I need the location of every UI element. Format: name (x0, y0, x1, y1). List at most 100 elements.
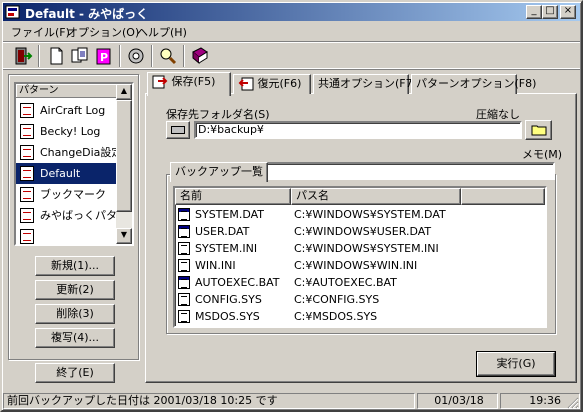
memo-label: メモ(M) (522, 148, 563, 161)
document-icon (20, 229, 34, 244)
close-button[interactable]: × (560, 5, 576, 19)
list-item-selected[interactable]: Default (16, 163, 116, 184)
folder-history-button[interactable] (166, 121, 190, 139)
file-name: WIN.INI (195, 259, 236, 272)
column-headers: 名前 パス名 (175, 188, 545, 205)
pattern-label: ブックマーク (40, 188, 106, 201)
memo-input[interactable] (259, 162, 555, 180)
resize-grip-icon[interactable] (567, 397, 579, 409)
table-row[interactable]: AUTOEXEC.BAT C:¥AUTOEXEC.BAT (175, 274, 545, 291)
file-icon (178, 276, 190, 289)
toolbar-separator (183, 45, 185, 67)
list-item[interactable]: ブックマーク (16, 184, 116, 205)
scroll-up-icon[interactable]: ▲ (116, 84, 132, 100)
update-pattern-button[interactable]: 更新(2) (35, 280, 115, 300)
scroll-down-icon[interactable]: ▼ (116, 228, 132, 244)
execute-icon[interactable] (125, 45, 147, 67)
toolbar-separator (119, 45, 121, 67)
file-icon (178, 310, 190, 323)
list-item[interactable]: みやばっくパターン (16, 205, 116, 226)
execute-button[interactable]: 実行(G) (476, 351, 556, 377)
file-icon (178, 208, 190, 221)
copy-pattern-button[interactable]: 複写(4)... (35, 328, 115, 348)
title-bar[interactable]: Default - みやばっく _ □ × (3, 3, 580, 21)
drive-icon (171, 126, 185, 134)
file-path: C:¥CONFIG.SYS (294, 293, 380, 306)
table-row[interactable]: WIN.INI C:¥WINDOWS¥WIN.INI (175, 257, 545, 274)
list-item[interactable]: ChangeDia設定 (16, 142, 116, 163)
toolbar: P (3, 41, 580, 69)
document-icon (20, 145, 34, 160)
file-icon (178, 225, 190, 238)
tab-save-label: 保存(F5) (171, 75, 216, 88)
backup-file-list[interactable]: 名前 パス名 SYSTEM.DAT C:¥WINDOWS¥SYSTEM.DAT U… (173, 186, 547, 328)
minimize-button[interactable]: _ (526, 5, 542, 19)
maximize-button[interactable]: □ (542, 5, 558, 19)
tab-common-options[interactable]: 共通オプション(F7) (313, 74, 417, 94)
document-icon (20, 187, 34, 202)
toolbar-separator (151, 45, 153, 67)
tab-restore-label: 復元(F6) (257, 77, 302, 90)
file-name: AUTOEXEC.BAT (195, 276, 280, 289)
table-row[interactable]: SYSTEM.DAT C:¥WINDOWS¥SYSTEM.DAT (175, 206, 545, 223)
status-date: 01/03/18 (417, 393, 498, 409)
document-icon (20, 103, 34, 118)
file-path: C:¥MSDOS.SYS (294, 310, 378, 323)
pattern-label: AirCraft Log (40, 104, 106, 117)
file-name: SYSTEM.DAT (195, 208, 265, 221)
save-icon (152, 75, 168, 89)
file-path: C:¥AUTOEXEC.BAT (294, 276, 397, 289)
pattern-label: ChangeDia設定 (40, 146, 116, 159)
svg-text:P: P (100, 51, 108, 64)
tab-backup-list[interactable]: バックアップ一覧 (170, 162, 268, 182)
exit-icon[interactable] (12, 45, 34, 67)
window-title: Default - みやばっく (25, 7, 149, 21)
browse-folder-button[interactable] (525, 120, 552, 140)
table-row[interactable]: SYSTEM.INI C:¥WINDOWS¥SYSTEM.INI (175, 240, 545, 257)
new-pattern-button[interactable]: 新規(1)... (35, 256, 115, 276)
file-icon (178, 293, 190, 306)
file-name: USER.DAT (195, 225, 250, 238)
list-item[interactable] (16, 226, 116, 244)
dest-folder-input[interactable]: D:¥backup¥ (194, 121, 522, 139)
file-path: C:¥WINDOWS¥USER.DAT (294, 225, 432, 238)
app-icon[interactable] (5, 4, 21, 20)
paste-icon[interactable]: P (93, 45, 115, 67)
copy-icon[interactable] (69, 45, 91, 67)
restore-icon (238, 77, 254, 91)
book-icon[interactable] (189, 45, 211, 67)
exit-button[interactable]: 終了(E) (35, 363, 115, 383)
file-name: SYSTEM.INI (195, 242, 258, 255)
column-header-path[interactable]: パス名 (291, 188, 461, 205)
tab-pattern-options[interactable]: パターンオプション(F8) (411, 74, 536, 94)
dest-folder-label: 保存先フォルダ名(S) (166, 108, 270, 121)
pattern-list[interactable]: パターン AirCraft Log Becky! Log ChangeDia設定… (14, 82, 134, 246)
document-icon (20, 166, 34, 181)
file-path: C:¥WINDOWS¥SYSTEM.DAT (294, 208, 446, 221)
file-path: C:¥WINDOWS¥WIN.INI (294, 259, 418, 272)
table-row[interactable]: MSDOS.SYS C:¥MSDOS.SYS (175, 308, 545, 325)
toolbar-separator (38, 45, 40, 67)
delete-pattern-button[interactable]: 削除(3) (35, 304, 115, 324)
list-item[interactable]: AirCraft Log (16, 100, 116, 121)
table-row[interactable]: CONFIG.SYS C:¥CONFIG.SYS (175, 291, 545, 308)
status-message: 前回バックアップした日付は 2001/03/18 10:25 です (3, 393, 415, 409)
pattern-label: Becky! Log (40, 125, 101, 138)
file-icon (178, 259, 190, 272)
pattern-scrollbar[interactable]: ▲ ▼ (116, 84, 132, 244)
pattern-list-header: パターン (16, 84, 116, 98)
table-row[interactable]: USER.DAT C:¥WINDOWS¥USER.DAT (175, 223, 545, 240)
tab-save[interactable]: 保存(F5) (147, 72, 231, 96)
file-icon (178, 242, 190, 255)
document-icon (20, 208, 34, 223)
column-header-name[interactable]: 名前 (175, 188, 291, 205)
new-icon[interactable] (45, 45, 67, 67)
compression-label: 圧縮なし (476, 108, 520, 121)
pattern-label: みやばっくパターン (40, 209, 116, 222)
scroll-thumb[interactable] (116, 100, 132, 212)
column-header-empty (461, 188, 545, 205)
tab-restore[interactable]: 復元(F6) (233, 74, 311, 94)
list-item[interactable]: Becky! Log (16, 121, 116, 142)
search-icon[interactable] (157, 45, 179, 67)
menu-help[interactable]: ヘルプ(H) (131, 23, 193, 41)
